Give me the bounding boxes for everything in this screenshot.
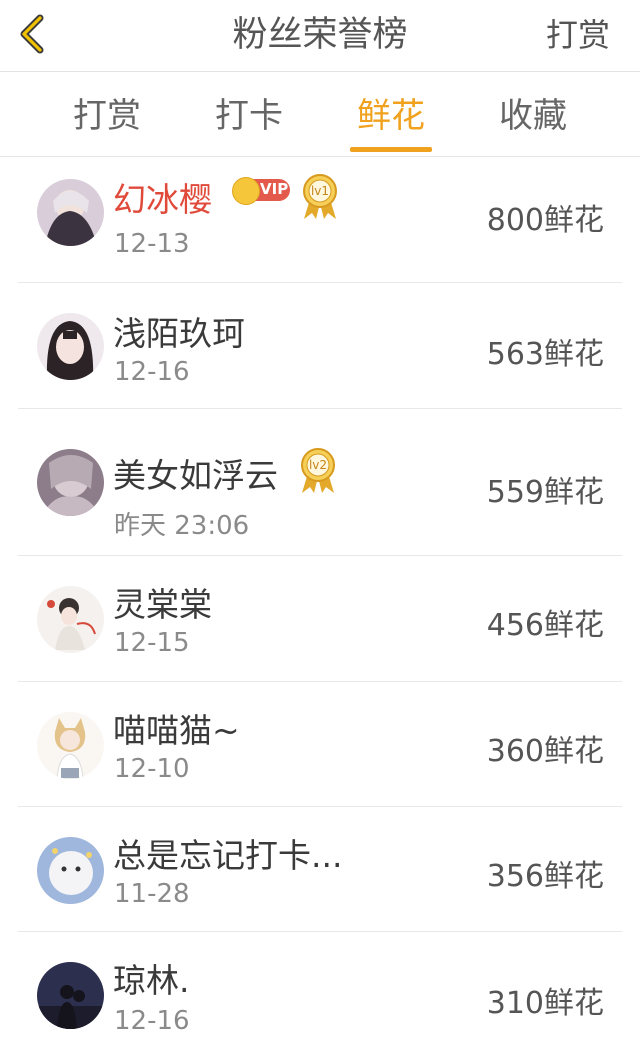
avatar[interactable] — [37, 586, 104, 653]
fan-date: 昨天 23:06 — [114, 511, 250, 541]
fan-name: 灵棠棠 — [113, 585, 212, 624]
medal-level-text: lv1 — [311, 184, 329, 198]
back-button[interactable] — [14, 14, 54, 54]
avatar[interactable] — [37, 712, 104, 779]
list-item[interactable]: 幻冰樱 VIP lv1 12-13 800鲜花 — [0, 157, 640, 283]
user-avatar-image — [37, 586, 104, 653]
list-item[interactable]: 浅陌玖珂 12-16 563鲜花 — [0, 283, 640, 409]
list-item[interactable]: 总是忘记打卡... 11-28 356鲜花 — [0, 807, 640, 932]
avatar[interactable] — [37, 313, 104, 380]
page-title: 粉丝荣誉榜 — [232, 15, 408, 55]
level-medal-icon: lv1 — [300, 173, 340, 221]
tab-reward[interactable]: 打赏 — [52, 72, 162, 156]
avatar[interactable] — [37, 179, 104, 246]
user-avatar-image — [37, 712, 104, 779]
flower-count: 356鲜花 — [486, 859, 604, 894]
tab-flowers[interactable]: 鲜花 — [336, 72, 446, 156]
fan-date: 12-16 — [114, 1006, 190, 1036]
vip-label: VIP — [260, 180, 289, 198]
fan-name: 浅陌玖珂 — [113, 314, 245, 353]
list-item[interactable]: 灵棠棠 12-15 456鲜花 — [0, 556, 640, 682]
top-bar: 粉丝荣誉榜 打赏 — [0, 0, 640, 72]
flower-count: 800鲜花 — [486, 203, 604, 238]
fan-name: 喵喵猫~ — [113, 711, 240, 750]
avatar[interactable] — [37, 449, 104, 516]
user-avatar-image — [37, 179, 104, 246]
fan-date: 12-15 — [114, 628, 190, 658]
chevron-left-icon — [20, 14, 44, 54]
list-item[interactable]: 美女如浮云 lv2 昨天 23:06 559鲜花 — [0, 409, 640, 556]
flower-count: 310鲜花 — [486, 986, 604, 1021]
user-avatar-image — [37, 837, 104, 904]
fan-name: 幻冰樱 — [113, 180, 212, 219]
user-avatar-image — [37, 962, 104, 1029]
tab-checkin[interactable]: 打卡 — [194, 72, 304, 156]
fan-date: 12-13 — [114, 229, 190, 259]
crown-icon — [232, 177, 260, 205]
list-item[interactable]: 琼林. 12-16 310鲜花 — [0, 932, 640, 1057]
fan-date: 11-28 — [114, 879, 190, 909]
medal-level-text: lv2 — [309, 458, 327, 472]
reward-button[interactable]: 打赏 — [546, 0, 610, 71]
user-avatar-image — [37, 449, 104, 516]
fan-name: 美女如浮云 — [113, 456, 278, 495]
level-medal-icon: lv2 — [298, 447, 338, 495]
tab-bar: 打赏 打卡 鲜花 收藏 — [0, 72, 640, 157]
flower-count: 559鲜花 — [486, 475, 604, 510]
flower-count: 360鲜花 — [486, 734, 604, 769]
avatar[interactable] — [37, 837, 104, 904]
fan-name: 总是忘记打卡... — [113, 836, 343, 875]
tab-favorites[interactable]: 收藏 — [478, 72, 588, 156]
flower-count: 563鲜花 — [486, 337, 604, 372]
user-avatar-image — [37, 313, 104, 380]
fan-date: 12-16 — [114, 357, 190, 387]
fan-name: 琼林. — [113, 961, 190, 1000]
vip-badge: VIP — [232, 177, 290, 205]
flower-count: 456鲜花 — [486, 608, 604, 643]
fan-date: 12-10 — [114, 754, 190, 784]
avatar[interactable] — [37, 962, 104, 1029]
list-item[interactable]: 喵喵猫~ 12-10 360鲜花 — [0, 682, 640, 807]
